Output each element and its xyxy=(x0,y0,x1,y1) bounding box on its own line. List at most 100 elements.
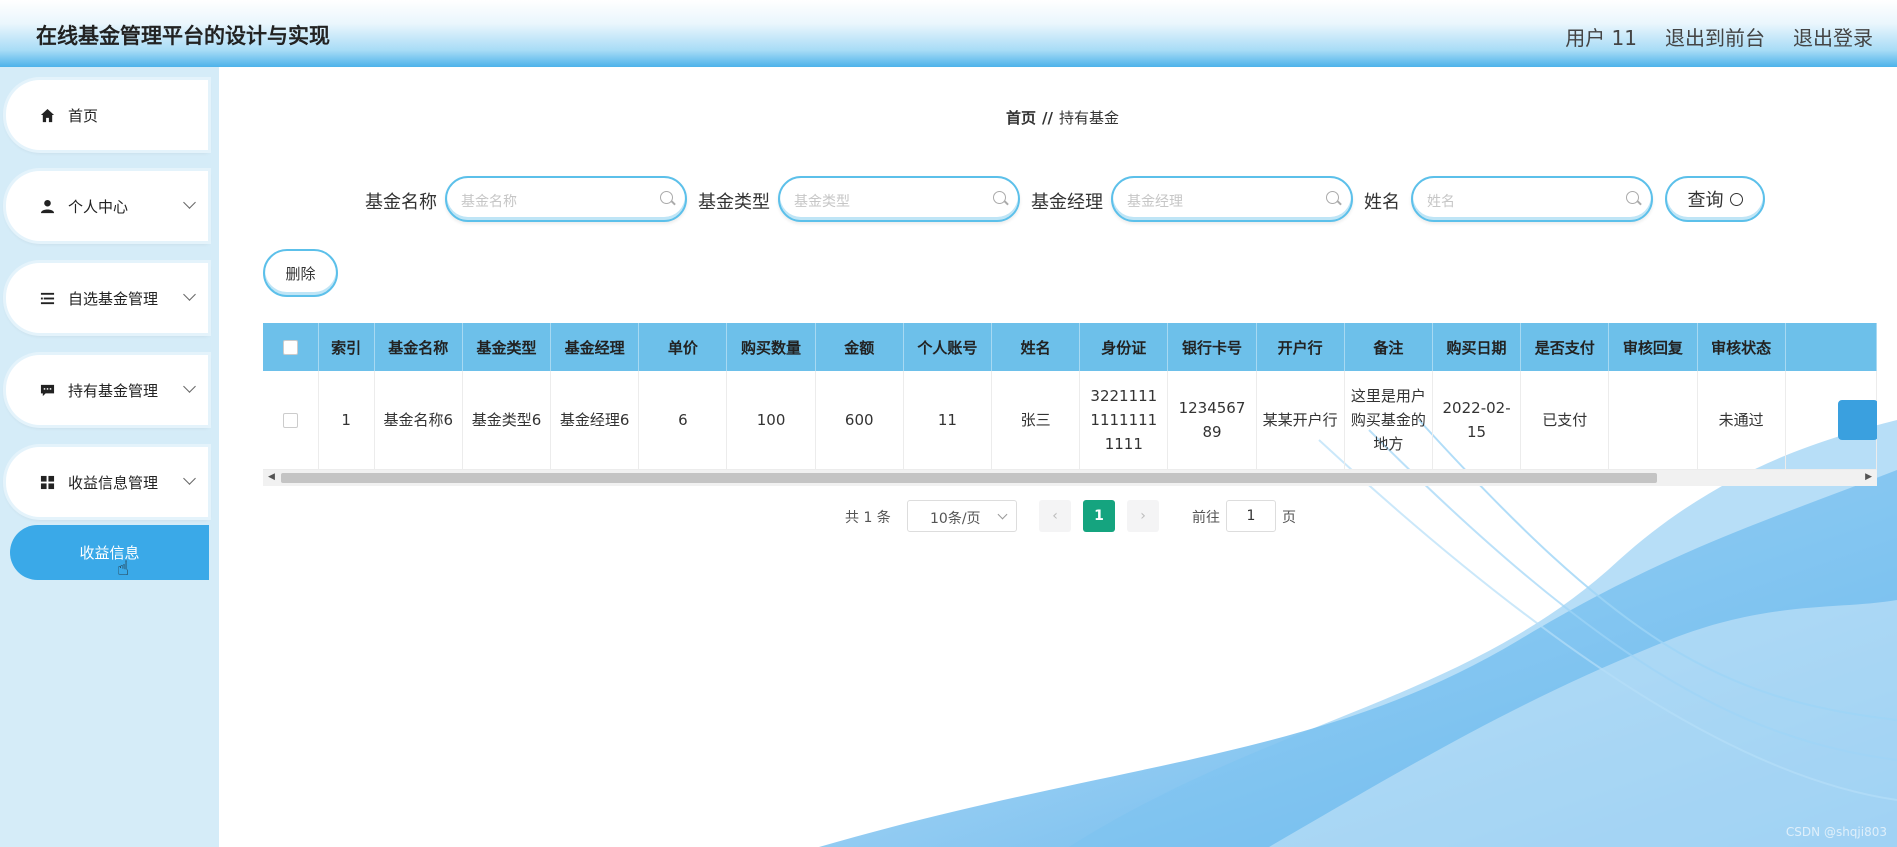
table-row: 1 基金名称6 基金类型6 基金经理6 6 100 600 11 张三 3221… xyxy=(263,371,1877,470)
table-cell: 张三 xyxy=(991,371,1081,470)
logout-link[interactable]: 退出登录 xyxy=(1793,22,1873,51)
pagination-total: 共 1 条 xyxy=(845,510,891,526)
table-cell: 基金经理6 xyxy=(550,371,640,470)
table-cell: 基金类型6 xyxy=(462,371,552,470)
name-label: 姓名 xyxy=(1364,192,1400,213)
breadcrumb-home[interactable]: 首页 xyxy=(1006,109,1036,127)
table-cell: 2022-02-15 xyxy=(1432,371,1522,470)
search-icon xyxy=(1626,191,1639,204)
fund-type-label: 基金类型 xyxy=(698,192,770,213)
row-action-button[interactable] xyxy=(1838,399,1877,440)
exit-front-link[interactable]: 退出到前台 xyxy=(1665,22,1765,51)
goto-label: 前往 xyxy=(1192,510,1220,526)
sidebar-item-label: 持有基金管理 xyxy=(68,381,159,400)
table-horizontal-scrollbar[interactable]: ◀ ▶ xyxy=(263,470,1877,486)
column-header: 单价 xyxy=(638,323,728,371)
search-bar: 基金名称 基金名称 基金类型 基金类型 基金经理 基金经理 姓名 姓名 查询 xyxy=(0,176,1897,224)
sidebar-item-label: 首页 xyxy=(68,106,99,125)
user-link[interactable]: 用户 11 xyxy=(1565,22,1637,51)
scroll-left-icon[interactable]: ◀ xyxy=(268,472,275,482)
page-number-current[interactable]: 1 xyxy=(1083,500,1115,532)
column-header: 购买日期 xyxy=(1432,323,1522,371)
chevron-down-icon xyxy=(997,509,1008,520)
column-header: 基金经理 xyxy=(550,323,640,371)
column-header: 购买数量 xyxy=(726,323,816,371)
page-suffix-label: 页 xyxy=(1282,510,1296,526)
name-input[interactable]: 姓名 xyxy=(1411,176,1653,222)
column-header: 基金类型 xyxy=(462,323,552,371)
select-all-checkbox[interactable] xyxy=(282,340,298,355)
name-placeholder: 姓名 xyxy=(1427,194,1455,210)
sidebar-item-label: 自选基金管理 xyxy=(68,289,159,308)
column-header: 开户行 xyxy=(1256,323,1345,371)
column-header-actions xyxy=(1785,323,1877,371)
pagination: 共 1 条 10条/页 ‹ 1 › 前往 1 页 xyxy=(0,500,1897,532)
column-header: 审核状态 xyxy=(1697,323,1786,371)
goto-page-input[interactable]: 1 xyxy=(1226,500,1276,532)
search-icon xyxy=(660,191,673,204)
column-header: 身份证 xyxy=(1079,323,1169,371)
search-icon xyxy=(993,191,1006,204)
fund-manager-input[interactable]: 基金经理 xyxy=(1111,176,1353,222)
query-button[interactable]: 查询 xyxy=(1665,176,1765,222)
fund-name-label: 基金名称 xyxy=(365,192,437,213)
grid-icon xyxy=(36,475,58,490)
table-cell: 基金名称6 xyxy=(374,371,463,470)
row-actions-cell xyxy=(1785,371,1877,470)
holdings-table: 索引 基金名称 基金类型 基金经理 单价 购买数量 金额 个人账号 姓名 身份证… xyxy=(263,323,1877,483)
chevron-down-icon xyxy=(183,472,196,485)
column-header: 基金名称 xyxy=(374,323,463,371)
chevron-down-icon xyxy=(183,380,196,393)
breadcrumb: 首页 // 持有基金 xyxy=(1006,107,1119,128)
hand-cursor-icon: ☝ xyxy=(117,556,130,580)
page-size-select[interactable]: 10条/页 xyxy=(907,500,1017,532)
column-header: 备注 xyxy=(1344,323,1433,371)
scrollbar-thumb[interactable] xyxy=(281,473,1657,483)
table-cell: 已支付 xyxy=(1520,371,1610,470)
column-header: 姓名 xyxy=(991,323,1081,371)
app-title: 在线基金管理平台的设计与实现 xyxy=(36,24,330,48)
table-cell xyxy=(1608,371,1698,470)
top-header: 在线基金管理平台的设计与实现 用户 11 退出到前台 退出登录 xyxy=(0,0,1897,67)
table-cell: 600 xyxy=(815,371,904,470)
watermark: CSDN @shqji803 xyxy=(1785,825,1887,839)
fund-name-input[interactable]: 基金名称 xyxy=(445,176,687,222)
home-icon xyxy=(36,108,58,123)
table-cell: 这里是用户购买基金的地方 xyxy=(1344,371,1433,470)
select-all-checkbox-cell[interactable] xyxy=(263,323,319,371)
table-cell: 某某开户行 xyxy=(1256,371,1345,470)
delete-button[interactable]: 删除 xyxy=(263,249,338,297)
breadcrumb-current: 持有基金 xyxy=(1058,109,1119,127)
fund-type-input[interactable]: 基金类型 xyxy=(778,176,1020,222)
search-icon xyxy=(1326,191,1339,204)
column-header: 银行卡号 xyxy=(1167,323,1257,371)
table-cell: 123456789 xyxy=(1167,371,1257,470)
table-cell: 1 xyxy=(318,371,375,470)
breadcrumb-separator: // xyxy=(1042,109,1053,127)
chevron-down-icon xyxy=(183,288,196,301)
sidebar-item-label: 收益信息管理 xyxy=(68,473,159,492)
next-page-button[interactable]: › xyxy=(1127,500,1159,532)
column-header: 金额 xyxy=(815,323,904,371)
sidebar-item-watchlist[interactable]: 自选基金管理 xyxy=(6,263,208,333)
message-icon xyxy=(36,383,58,398)
prev-page-button[interactable]: ‹ xyxy=(1039,500,1071,532)
list-icon xyxy=(36,291,58,306)
row-checkbox[interactable] xyxy=(282,412,298,428)
fund-type-placeholder: 基金类型 xyxy=(794,194,850,210)
table-cell: 322111111111111111 xyxy=(1079,371,1169,470)
table-cell: 未通过 xyxy=(1697,371,1786,470)
fund-name-placeholder: 基金名称 xyxy=(461,194,517,210)
table-cell: 11 xyxy=(903,371,993,470)
column-header: 审核回复 xyxy=(1608,323,1698,371)
sidebar-subitem-income-info[interactable]: 收益信息 xyxy=(10,525,209,580)
sidebar-item-home[interactable]: 首页 xyxy=(6,80,208,150)
header-actions: 用户 11 退出到前台 退出登录 xyxy=(1565,22,1873,51)
sidebar-item-holdings[interactable]: 持有基金管理 xyxy=(6,355,208,425)
column-header: 索引 xyxy=(318,323,375,371)
scroll-right-icon[interactable]: ▶ xyxy=(1865,472,1872,482)
row-checkbox-cell[interactable] xyxy=(263,371,319,470)
table-cell: 100 xyxy=(726,371,816,470)
table-cell: 6 xyxy=(638,371,728,470)
column-header: 个人账号 xyxy=(903,323,993,371)
